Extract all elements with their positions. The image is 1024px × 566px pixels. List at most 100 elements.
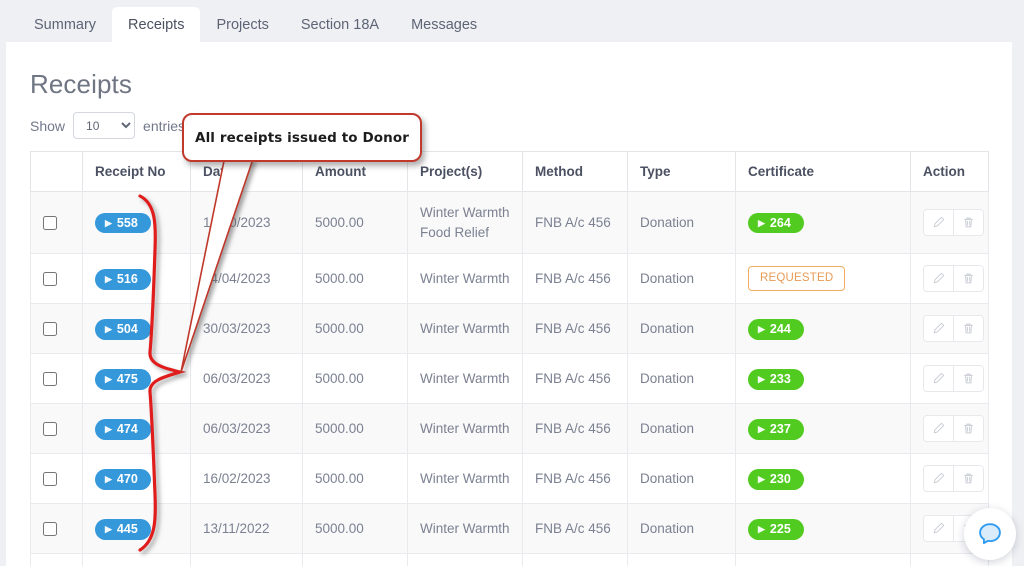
certificate-badge[interactable]: ▶ 264: [748, 212, 804, 234]
method-cell: FNB A/c 456: [522, 553, 628, 566]
action-button-group: [923, 315, 984, 343]
column-header-method[interactable]: Method: [522, 151, 628, 192]
trash-icon: [962, 216, 975, 229]
trash-icon: [962, 472, 975, 485]
trash-icon: [962, 372, 975, 385]
action-button-group: [923, 209, 984, 237]
method-cell: FNB A/c 456: [522, 190, 628, 255]
column-header-receipt-no[interactable]: Receipt No: [82, 151, 191, 192]
play-triangle-icon: ▶: [105, 473, 112, 484]
edit-button[interactable]: [924, 366, 953, 392]
row-select-checkbox[interactable]: [43, 522, 57, 537]
column-header-projects[interactable]: Project(s): [407, 151, 523, 192]
certificate-cell: ▶ 244: [735, 303, 911, 355]
row-select-checkbox[interactable]: [43, 216, 57, 231]
edit-button[interactable]: [924, 516, 953, 542]
action-cell: [910, 303, 989, 355]
trash-icon: [962, 422, 975, 435]
method-cell: FNB A/c 456: [522, 453, 628, 505]
column-header-certificate[interactable]: Certificate: [735, 151, 911, 192]
certificate-badge[interactable]: ▶ 244: [748, 319, 804, 340]
row-select-checkbox[interactable]: [43, 322, 57, 337]
tab-section-18a[interactable]: Section 18A: [285, 7, 395, 43]
receipt-no-badge[interactable]: ▶ 504: [95, 319, 151, 340]
pencil-icon: [932, 322, 945, 335]
type-cell: Donation: [627, 453, 736, 505]
pencil-icon: [932, 522, 945, 535]
row-select-checkbox[interactable]: [43, 472, 57, 487]
certificate-label: 230: [769, 472, 791, 486]
table-container: Receipt No Date Amount Project(s) Method…: [6, 139, 1012, 566]
action-button-group: [923, 365, 984, 393]
receipt-no-badge[interactable]: ▶ 470: [95, 469, 151, 490]
table-row: ▶ 558 16/10/2023 5000.00 Winter Warmth Food …: [30, 190, 989, 255]
column-header-type[interactable]: Type: [627, 151, 736, 192]
action-button-group: [923, 265, 984, 293]
edit-button[interactable]: [924, 266, 953, 292]
row-select-cell: [30, 253, 83, 305]
receipt-no-badge[interactable]: ▶ 558: [95, 212, 151, 234]
table-body: ▶ 558 16/10/2023 5000.00 Winter Warmth Food …: [30, 190, 989, 566]
certificate-badge[interactable]: ▶ 237: [748, 419, 804, 440]
certificate-badge[interactable]: ▶ 233: [748, 369, 804, 390]
tab-projects[interactable]: Projects: [200, 7, 284, 43]
pencil-icon: [932, 472, 945, 485]
show-entries-control: Show 102550100 entries: [6, 100, 1012, 139]
column-header-checkbox: [30, 151, 83, 192]
type-cell: Donation: [627, 253, 736, 305]
amount-cell: 5000.00: [302, 190, 408, 255]
play-triangle-icon: ▶: [105, 523, 112, 534]
row-select-cell: [30, 553, 83, 566]
amount-cell: 5000.00: [302, 453, 408, 505]
delete-button[interactable]: [953, 266, 983, 292]
trash-icon: [962, 322, 975, 335]
delete-button[interactable]: [953, 210, 983, 236]
receipt-no-badge[interactable]: ▶ 474: [95, 419, 151, 440]
method-cell: FNB A/c 456: [522, 503, 628, 555]
row-select-checkbox[interactable]: [43, 272, 57, 287]
date-cell: 06/03/2023: [190, 403, 303, 455]
action-cell: [910, 353, 989, 405]
certificate-requested-badge[interactable]: REQUESTED: [748, 265, 846, 292]
page-length-select[interactable]: 102550100: [73, 112, 136, 139]
row-select-cell: [30, 453, 83, 505]
receipts-table: Receipt No Date Amount Project(s) Method…: [30, 151, 989, 566]
projects-cell: Winter Warmth: [407, 503, 523, 555]
certificate-badge[interactable]: ▶ 225: [748, 519, 804, 540]
projects-cell: Food Relief Winter Warmth: [407, 553, 523, 566]
receipt-no-badge[interactable]: ▶ 445: [95, 519, 151, 540]
tab-bar: Summary Receipts Projects Section 18A Messag…: [0, 0, 1024, 42]
tab-summary[interactable]: Summary: [18, 7, 112, 43]
row-select-cell: [30, 303, 83, 355]
edit-button[interactable]: [924, 210, 953, 236]
date-cell: 30/03/2023: [190, 303, 303, 355]
amount-cell: 5000.00: [302, 253, 408, 305]
receipt-no-label: 516: [116, 272, 138, 286]
receipt-no-label: 470: [116, 472, 138, 486]
row-select-checkbox[interactable]: [43, 422, 57, 437]
delete-button[interactable]: [953, 466, 983, 492]
chat-widget-button[interactable]: [964, 508, 1016, 560]
projects-cell: Winter Warmth: [407, 403, 523, 455]
date-cell: 06/03/2023: [190, 353, 303, 405]
play-triangle-icon: ▶: [758, 523, 765, 534]
projects-cell: Winter Warmth: [407, 353, 523, 405]
delete-button[interactable]: [953, 366, 983, 392]
edit-button[interactable]: [924, 416, 953, 442]
receipt-no-cell: ▶ 474: [82, 403, 191, 455]
row-select-checkbox[interactable]: [43, 372, 57, 387]
projects-cell: Winter Warmth: [407, 453, 523, 505]
tab-messages[interactable]: Messages: [395, 7, 493, 43]
edit-button[interactable]: [924, 316, 953, 342]
tab-receipts[interactable]: Receipts: [112, 6, 201, 42]
delete-button[interactable]: [953, 416, 983, 442]
play-triangle-icon: ▶: [105, 373, 112, 384]
receipt-no-badge[interactable]: ▶ 516: [95, 269, 151, 290]
edit-button[interactable]: [924, 466, 953, 492]
receipt-no-badge[interactable]: ▶ 475: [95, 369, 151, 390]
date-cell: 13/11/2022: [190, 503, 303, 555]
play-triangle-icon: ▶: [105, 273, 112, 284]
certificate-badge[interactable]: ▶ 230: [748, 469, 804, 490]
receipt-no-cell: ▶ 470: [82, 453, 191, 505]
delete-button[interactable]: [953, 316, 983, 342]
